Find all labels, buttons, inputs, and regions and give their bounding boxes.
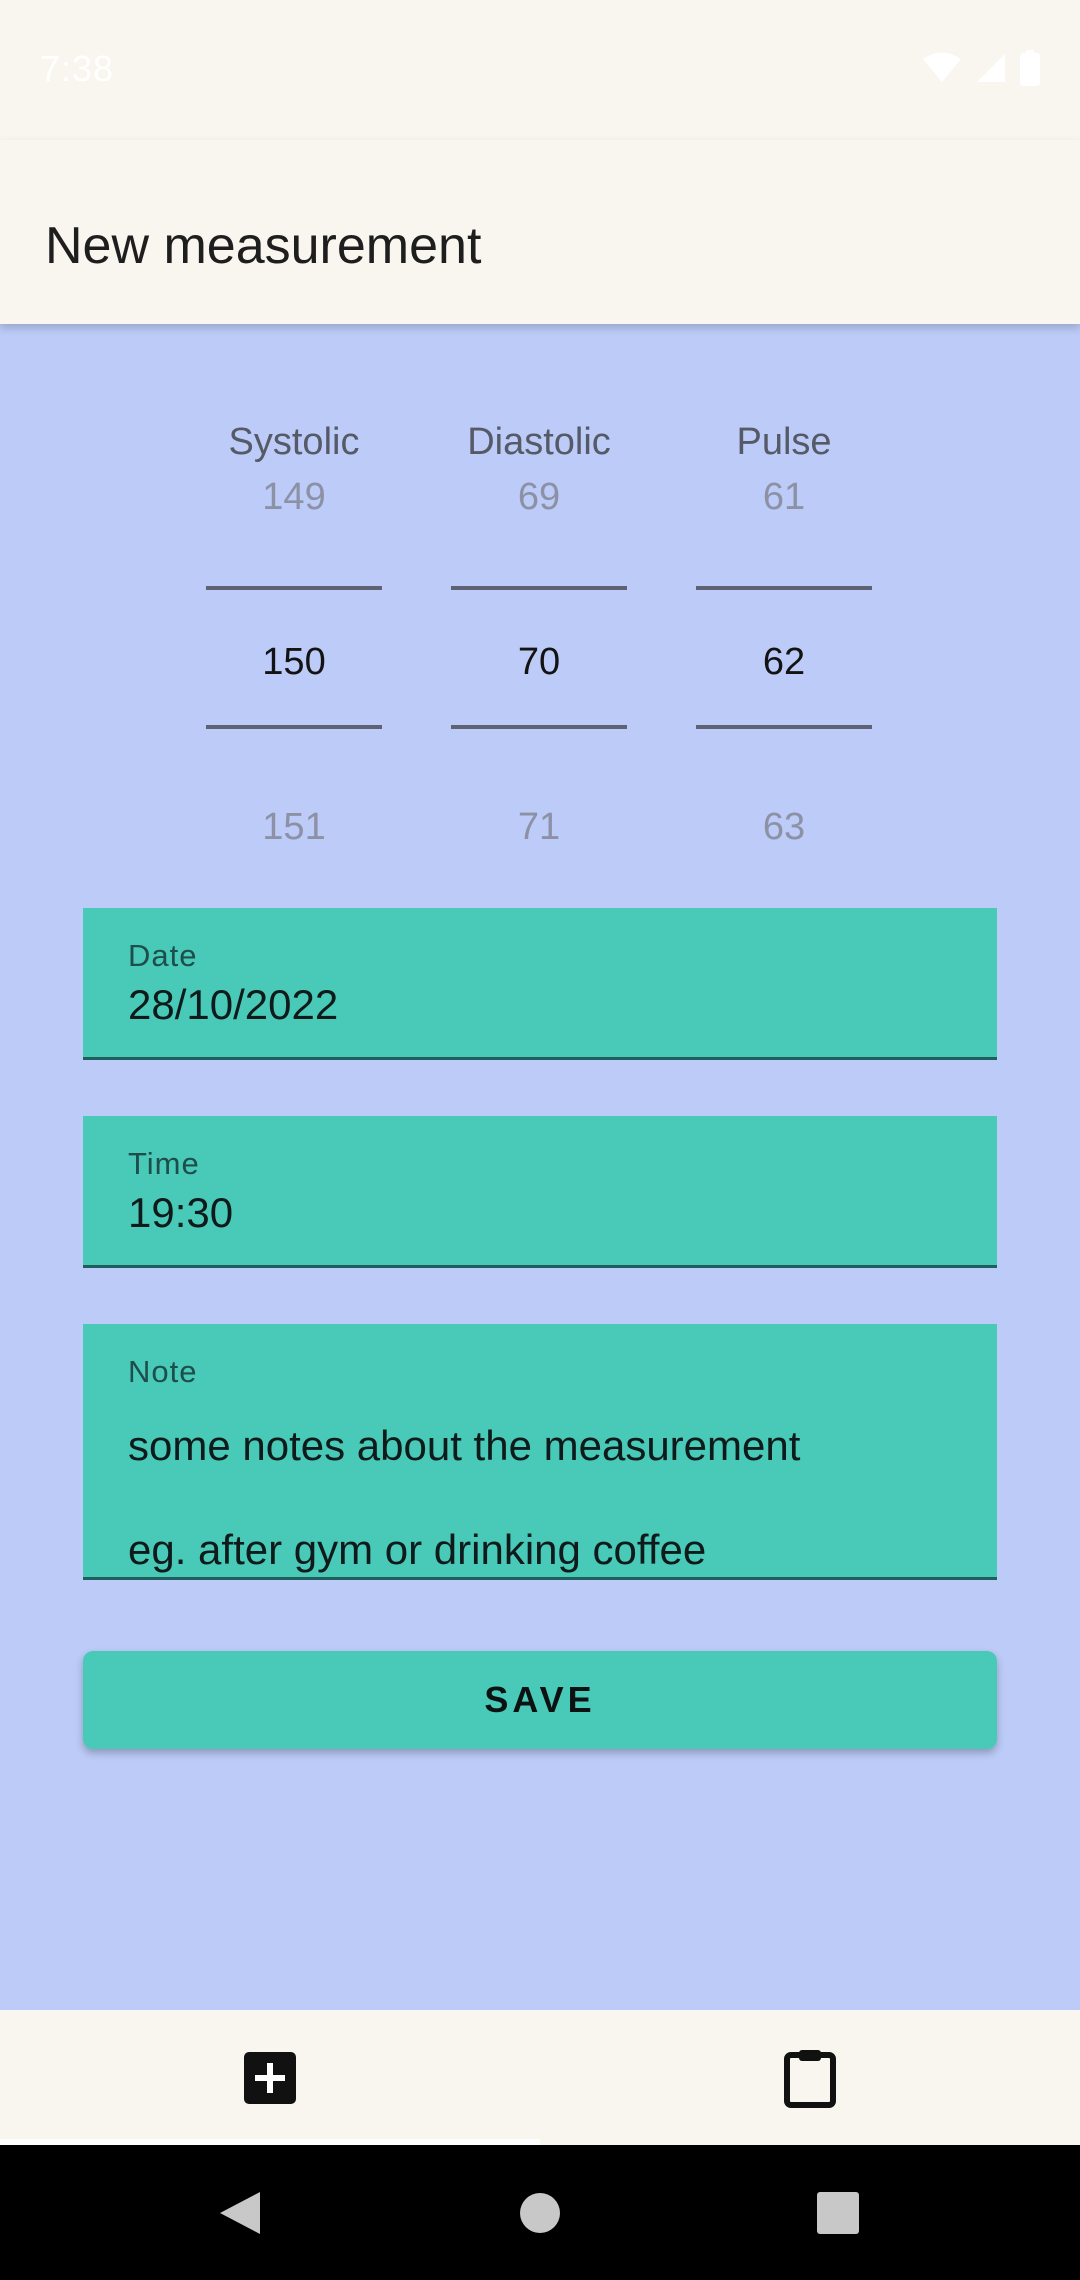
- pulse-next-value[interactable]: 63: [696, 806, 872, 849]
- note-line: some notes about the measurement: [128, 1422, 801, 1469]
- systolic-prev-value[interactable]: 149: [206, 476, 382, 519]
- nav-item-add-measurement[interactable]: [0, 2010, 540, 2145]
- note-field[interactable]: Note some notes about the measurement eg…: [83, 1324, 997, 1580]
- date-field-value[interactable]: 28/10/2022: [128, 981, 338, 1029]
- date-field-label: Date: [128, 938, 198, 973]
- note-field-value[interactable]: some notes about the measurement eg. aft…: [128, 1394, 800, 1602]
- picker-divider: [206, 586, 382, 590]
- clipboard-icon: [784, 2049, 836, 2108]
- measurement-form: Systolic 149 150 151 Diastolic 69 70 71 …: [0, 324, 1080, 2010]
- nav-item-measurements-list[interactable]: [540, 2010, 1080, 2145]
- date-field[interactable]: Date 28/10/2022: [83, 908, 997, 1060]
- picker-divider: [206, 725, 382, 729]
- add-box-icon: [244, 2051, 296, 2104]
- system-navigation-bar: [0, 2145, 1080, 2280]
- pulse-prev-value[interactable]: 61: [696, 476, 872, 519]
- diastolic-prev-value[interactable]: 69: [451, 476, 627, 519]
- systolic-next-value[interactable]: 151: [206, 806, 382, 849]
- diastolic-current-value[interactable]: 70: [451, 641, 627, 684]
- home-icon: [520, 2192, 560, 2233]
- system-home-button[interactable]: [480, 2145, 600, 2280]
- time-field-label: Time: [128, 1146, 200, 1181]
- app-bar: New measurement: [0, 140, 1080, 324]
- time-field[interactable]: Time 19:30: [83, 1116, 997, 1268]
- systolic-label: Systolic: [228, 421, 360, 463]
- status-icons: [922, 50, 1040, 86]
- status-time: 7:38: [40, 48, 115, 89]
- pulse-current-value[interactable]: 62: [696, 641, 872, 684]
- picker-divider: [696, 586, 872, 590]
- signal-icon: [977, 54, 1005, 82]
- time-field-value[interactable]: 19:30: [128, 1189, 233, 1237]
- battery-icon: [1020, 50, 1040, 86]
- recents-icon: [817, 2191, 859, 2234]
- picker-divider: [451, 586, 627, 590]
- note-line: eg. after gym or drinking coffee: [128, 1526, 707, 1573]
- bottom-navigation: [0, 2010, 1080, 2145]
- page-title: New measurement: [45, 217, 482, 275]
- pulse-label: Pulse: [736, 421, 832, 463]
- picker-divider: [696, 725, 872, 729]
- system-back-button[interactable]: [180, 2145, 300, 2280]
- note-field-label: Note: [128, 1354, 198, 1389]
- back-icon: [220, 2191, 260, 2234]
- status-bar: 7:38: [0, 0, 1080, 140]
- systolic-current-value[interactable]: 150: [206, 641, 382, 684]
- diastolic-next-value[interactable]: 71: [451, 806, 627, 849]
- system-recents-button[interactable]: [778, 2145, 898, 2280]
- save-button[interactable]: SAVE: [83, 1651, 997, 1749]
- picker-divider: [451, 725, 627, 729]
- diastolic-label: Diastolic: [467, 421, 611, 463]
- wifi-icon: [923, 52, 961, 82]
